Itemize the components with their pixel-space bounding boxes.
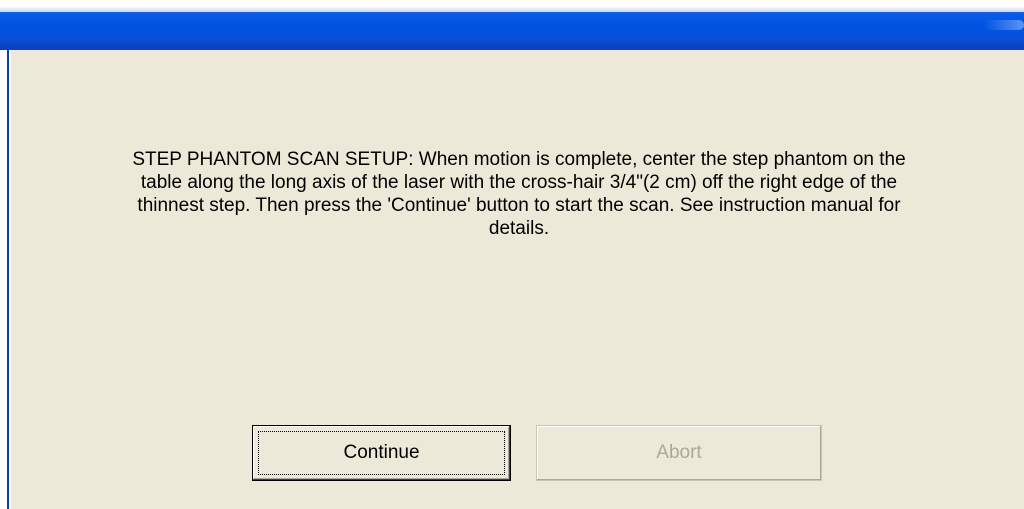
screen: STEP PHANTOM SCAN SETUP: When motion is …	[0, 0, 1024, 509]
abort-button-label: Abort	[656, 442, 702, 463]
setup-instructions-text: STEP PHANTOM SCAN SETUP: When motion is …	[132, 149, 906, 239]
focus-rectangle	[258, 431, 505, 475]
dialog-window: STEP PHANTOM SCAN SETUP: When motion is …	[0, 0, 1024, 509]
continue-button[interactable]: Continue	[252, 425, 511, 481]
titlebar-gloss	[0, 6, 1024, 12]
window-titlebar[interactable]	[0, 6, 1024, 50]
titlebar-highlight	[984, 20, 1024, 30]
dialog-body: STEP PHANTOM SCAN SETUP: When motion is …	[7, 50, 1024, 509]
abort-button[interactable]: Abort	[536, 425, 822, 481]
